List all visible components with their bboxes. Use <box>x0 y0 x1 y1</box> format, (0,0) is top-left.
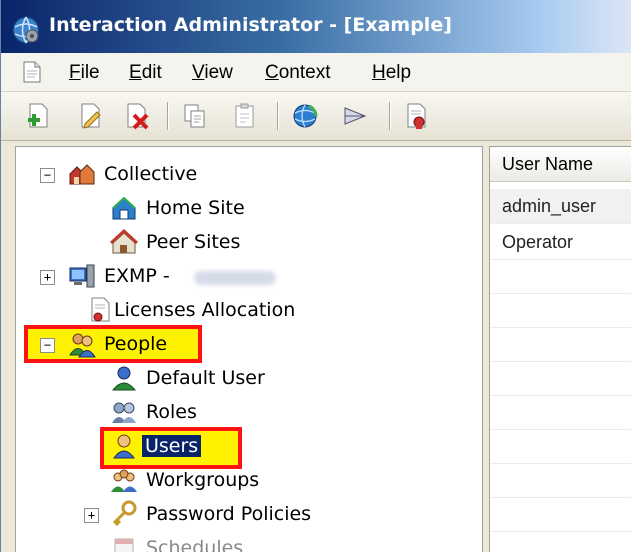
tree-node-server[interactable]: + EXMP - <box>16 261 376 293</box>
properties-icon[interactable] <box>403 102 431 130</box>
collapse-toggle[interactable]: − <box>40 338 55 353</box>
tree-node-workgroups[interactable]: Workgroups <box>16 465 316 497</box>
tree-node-people[interactable]: − People <box>16 329 216 361</box>
list-empty-row <box>490 327 631 362</box>
menu-view[interactable]: View <box>192 62 233 84</box>
tree-pane[interactable]: − Collective Home Site Peer Sites + EXMP… <box>15 146 483 552</box>
menu-edit[interactable]: Edit <box>129 62 162 84</box>
document-icon[interactable] <box>23 61 41 83</box>
tree-node-home-site[interactable]: Home Site <box>16 193 316 225</box>
list-empty-row <box>490 429 631 464</box>
edit-icon[interactable] <box>77 102 105 130</box>
column-header-user-name[interactable]: User Name <box>490 147 631 182</box>
tree-node-schedules[interactable]: Schedules <box>16 533 316 552</box>
tree-node-peer-sites[interactable]: Peer Sites <box>16 227 316 259</box>
copy-icon[interactable] <box>181 102 209 130</box>
expand-toggle[interactable]: + <box>40 270 55 285</box>
list-empty-row <box>490 531 631 552</box>
list-empty-row <box>490 395 631 430</box>
redacted-server-name <box>194 271 276 285</box>
default-user-icon <box>111 366 137 391</box>
tree-node-password-policies[interactable]: + Password Policies <box>16 499 376 531</box>
home-site-icon <box>112 196 136 220</box>
workgroups-icon <box>111 469 137 492</box>
title-bar[interactable]: Interaction Administrator - [Example] <box>1 0 631 53</box>
list-item[interactable]: Operator <box>490 225 631 260</box>
people-icon <box>69 333 96 358</box>
menu-help[interactable]: Help <box>372 62 411 84</box>
list-empty-row <box>490 463 631 498</box>
user-icon <box>113 434 135 459</box>
peer-sites-icon <box>110 228 138 254</box>
refresh-globe-icon[interactable] <box>291 102 319 130</box>
list-pane[interactable]: User Name admin_user Operator <box>489 146 631 552</box>
roles-icon <box>112 402 136 423</box>
menu-file[interactable]: File <box>69 62 100 84</box>
collapse-toggle[interactable]: − <box>40 168 55 183</box>
collective-icon <box>69 164 95 185</box>
list-item[interactable]: admin_user <box>490 189 631 224</box>
window-title: Interaction Administrator - [Example] <box>49 14 452 36</box>
list-empty-row <box>490 259 631 294</box>
key-icon <box>112 500 137 527</box>
list-empty-row <box>490 293 631 328</box>
toolbar <box>1 92 631 141</box>
tree-node-default-user[interactable]: Default User <box>16 363 316 395</box>
license-document-icon <box>91 297 110 322</box>
list-empty-row <box>490 497 631 532</box>
server-icon <box>69 264 95 288</box>
globe-app-icon <box>12 16 40 44</box>
new-icon[interactable] <box>25 102 53 130</box>
tree-node-users[interactable]: Users <box>16 431 256 463</box>
menu-context[interactable]: Context <box>265 62 331 84</box>
menu-bar: File Edit View Context Help <box>1 53 631 92</box>
delete-icon[interactable] <box>123 102 151 130</box>
paste-icon[interactable] <box>231 102 259 130</box>
schedules-icon <box>114 538 134 552</box>
tree-node-roles[interactable]: Roles <box>16 397 316 429</box>
tree-node-collective[interactable]: − Collective <box>16 159 316 191</box>
app-window: Interaction Administrator - [Example] Fi… <box>0 0 631 552</box>
expand-toggle[interactable]: + <box>84 508 99 523</box>
tune-icon[interactable] <box>341 102 369 130</box>
tree-node-licenses-allocation[interactable]: Licenses Allocation <box>16 295 376 327</box>
list-empty-row <box>490 361 631 396</box>
